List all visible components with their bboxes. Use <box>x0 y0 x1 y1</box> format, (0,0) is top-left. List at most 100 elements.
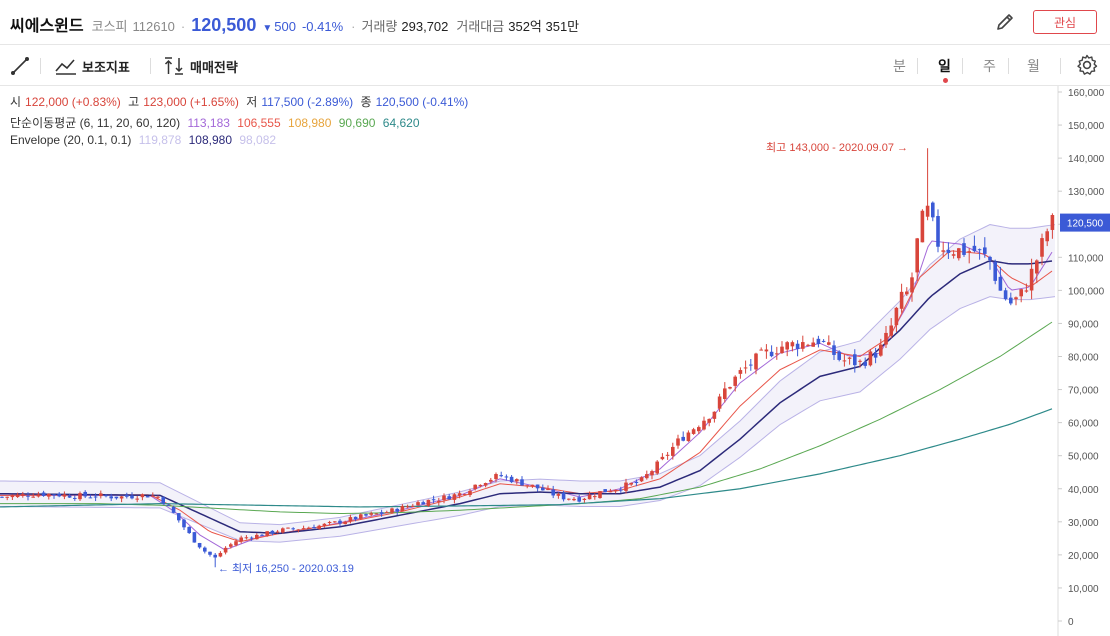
candle-down <box>208 551 212 555</box>
candle-up <box>691 429 696 434</box>
candle-down <box>832 345 836 355</box>
candle-up <box>317 525 321 529</box>
candle-down <box>291 528 295 530</box>
candle-up <box>10 495 15 498</box>
drawing-tool-button[interactable] <box>10 55 30 77</box>
chart-toolbar: 보조지표 매매전략 분 일 주 월 <box>0 45 1110 86</box>
candle-down <box>972 245 977 252</box>
candle-down <box>203 547 207 552</box>
strategy-button[interactable]: 매매전략 <box>163 55 238 77</box>
candle-down <box>192 532 197 543</box>
candle-up <box>515 479 519 482</box>
y-tick-label: 140,000 <box>1068 154 1105 165</box>
candle-down <box>873 353 878 358</box>
candle-up <box>858 360 862 362</box>
candle-up <box>593 496 597 498</box>
market-name: 코스피 <box>91 19 128 34</box>
candle-up <box>920 210 925 243</box>
candle-up <box>99 493 103 497</box>
y-tick-label: 90,000 <box>1068 319 1099 330</box>
candle-down <box>504 476 509 478</box>
candle-up <box>463 494 467 496</box>
candle-up <box>21 494 25 496</box>
candle-down <box>931 202 935 218</box>
candle-up <box>775 353 779 355</box>
edit-pencil-icon[interactable] <box>994 11 1016 33</box>
candle-up <box>764 349 769 352</box>
toolbar-divider <box>1060 58 1061 74</box>
candle-up <box>676 438 680 446</box>
candle-down <box>421 502 425 505</box>
candle-up <box>957 248 961 259</box>
y-tick-label: 110,000 <box>1068 253 1104 264</box>
y-tick-label: 160,000 <box>1068 88 1105 99</box>
candle-up <box>884 332 888 345</box>
candle-up <box>905 291 909 295</box>
candle-down <box>0 496 4 498</box>
candle-down <box>93 496 98 498</box>
candle-up <box>255 534 259 540</box>
period-tab-week[interactable]: 주 <box>983 56 996 76</box>
header-row: 씨에스윈드 코스피 112610 · 120,500 ▼ 500 -0.41% … <box>10 12 587 36</box>
period-tab-day[interactable]: 일 <box>938 56 951 76</box>
candle-up <box>31 496 35 498</box>
active-period-indicator <box>943 78 948 83</box>
candle-up <box>686 432 691 442</box>
candle-up <box>728 387 732 389</box>
candle-up <box>286 527 290 529</box>
candle-down <box>603 489 607 493</box>
candle-up <box>827 342 831 345</box>
candle-up <box>743 367 748 369</box>
stock-name: 씨에스윈드 <box>10 18 84 35</box>
line-draw-icon <box>11 57 29 75</box>
candle-up <box>1045 231 1049 242</box>
candle-up <box>348 517 353 522</box>
candle-down <box>936 216 940 247</box>
y-axis: 160,000150,000140,000130,000120,000110,0… <box>1058 88 1105 628</box>
candle-up <box>639 477 644 482</box>
price-chart[interactable]: 160,000150,000140,000130,000120,000110,0… <box>0 86 1110 636</box>
candle-up <box>702 420 706 430</box>
candle-up <box>967 251 971 253</box>
candle-down <box>983 247 987 254</box>
candle-up <box>369 513 373 515</box>
candle-up <box>889 325 893 336</box>
current-price-tag-label: 120,500 <box>1067 219 1104 230</box>
candle-down <box>41 492 46 496</box>
y-tick-label: 0 <box>1068 617 1074 628</box>
candle-down <box>816 338 821 345</box>
y-tick-label: 60,000 <box>1068 419 1099 430</box>
favorite-button[interactable]: 관심 <box>1033 10 1097 34</box>
candle-up <box>1035 260 1039 274</box>
candle-down <box>946 249 951 253</box>
candle-up <box>525 485 529 487</box>
candle-up <box>587 494 592 500</box>
settings-gear-icon[interactable] <box>1076 54 1098 76</box>
candle-down <box>57 493 61 497</box>
candle-down <box>749 364 753 366</box>
candle-up <box>426 499 431 506</box>
y-tick-label: 10,000 <box>1068 584 1099 595</box>
period-tab-month[interactable]: 월 <box>1027 56 1040 76</box>
candle-down <box>130 495 134 499</box>
candle-down <box>962 243 966 255</box>
candle-up <box>452 494 457 500</box>
candle-down <box>619 489 623 491</box>
candle-up <box>390 508 394 513</box>
candle-down <box>577 497 581 502</box>
candle-up <box>712 411 717 419</box>
candle-down <box>166 504 171 506</box>
current-price: 120,500 <box>191 15 257 35</box>
candle-up <box>910 277 914 293</box>
candle-down <box>197 542 202 548</box>
candle-up <box>915 238 919 273</box>
candle-up <box>223 547 228 553</box>
indicator-button[interactable]: 보조지표 <box>55 55 130 77</box>
candle-up <box>405 506 410 508</box>
candle-up <box>301 528 306 530</box>
candle-down <box>509 476 514 483</box>
envelope-upper-line <box>0 224 1056 526</box>
candle-down <box>145 496 150 498</box>
candle-up <box>567 498 571 500</box>
period-tab-minute[interactable]: 분 <box>893 56 906 76</box>
